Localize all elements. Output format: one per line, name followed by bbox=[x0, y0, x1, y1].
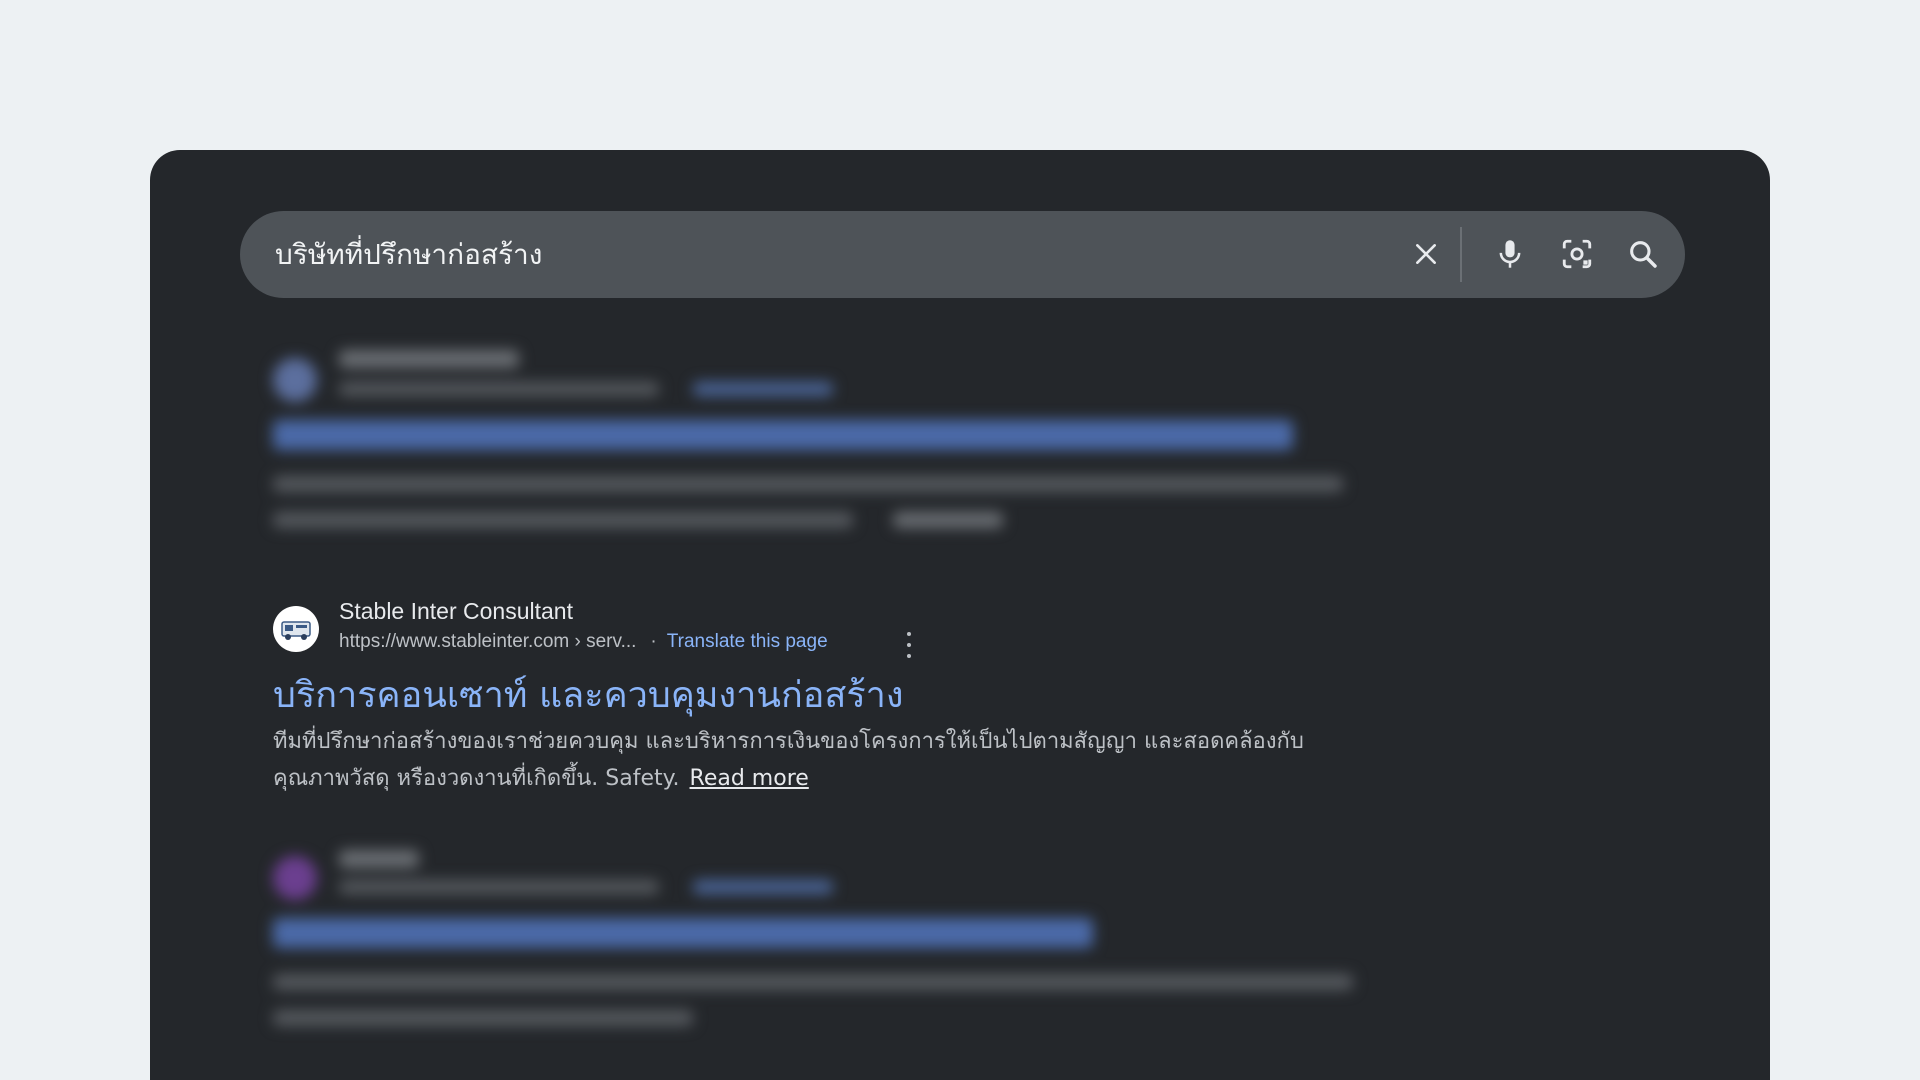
camera-lens-icon[interactable] bbox=[1554, 231, 1600, 277]
blurred-result-top bbox=[273, 350, 1353, 550]
result-title-link[interactable]: บริการคอนเซาท์ และควบคุมงานก่อสร้าง bbox=[273, 666, 903, 723]
result-url-line: https://www.stableinter.com › serv... · … bbox=[339, 631, 828, 653]
blurred-result-bottom bbox=[273, 850, 1353, 1050]
search-result: Stable Inter Consultant https://www.stab… bbox=[273, 598, 1353, 806]
read-more-link[interactable]: Read more bbox=[690, 766, 809, 791]
result-snippet: ทีมที่ปรึกษาก่อสร้างของเราช่วยควบคุม และ… bbox=[273, 723, 1353, 797]
snippet-line-1: ทีมที่ปรึกษาก่อสร้างของเราช่วยควบคุม และ… bbox=[273, 729, 1304, 754]
close-icon[interactable] bbox=[1403, 231, 1449, 277]
translate-link[interactable]: Translate this page bbox=[667, 631, 828, 653]
search-bar[interactable]: บริษัทที่ปรึกษาก่อสร้าง bbox=[240, 211, 1685, 298]
search-bar-divider bbox=[1460, 227, 1462, 282]
microphone-icon[interactable] bbox=[1487, 231, 1533, 277]
separator-dot: · bbox=[650, 631, 657, 652]
site-favicon bbox=[273, 606, 319, 652]
result-site-name[interactable]: Stable Inter Consultant bbox=[339, 598, 573, 625]
search-input[interactable]: บริษัทที่ปรึกษาก่อสร้าง bbox=[275, 211, 542, 298]
more-options-icon[interactable] bbox=[899, 632, 919, 658]
snippet-line-2: คุณภาพวัสดุ หรืองวดงานที่เกิดขึ้น. Safet… bbox=[273, 760, 1353, 797]
result-url[interactable]: https://www.stableinter.com › serv... bbox=[339, 631, 636, 653]
search-results-panel: บริษัทที่ปรึกษาก่อสร้าง Stable Inter Con… bbox=[150, 150, 1770, 1080]
snippet-line-2-text: คุณภาพวัสดุ หรืองวดงานที่เกิดขึ้น. Safet… bbox=[273, 766, 680, 791]
search-icon[interactable] bbox=[1620, 231, 1666, 277]
